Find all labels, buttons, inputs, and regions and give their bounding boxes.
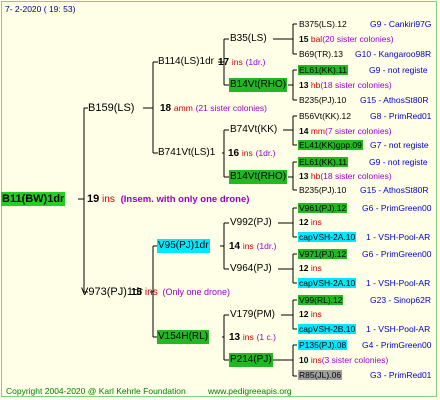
gen4-row-15: V971(PJ).12 G6 - PrimGreen00: [298, 249, 432, 259]
gen4-row-13: 12 ins: [299, 217, 322, 227]
gen3-bee-0: B35(LS): [230, 33, 267, 44]
gen4-row-6: B56Vt(KK).12 G8 - PrimRed01: [299, 111, 432, 121]
gen2-info-0: 17 ins (1dr.): [218, 57, 266, 68]
footer-website[interactable]: www.pedigreeapis.org: [208, 384, 292, 398]
gen4-row-8: EL41(KK)gpp.09 G7 - not registe: [298, 140, 429, 150]
gen2-info-3: 14 ins (1dr.): [229, 241, 277, 252]
gen3-bee-1: B14Vt(RHO): [229, 78, 288, 92]
gen4-row-19: 12 ins: [299, 309, 322, 319]
root-bee: B11(BW)1dr: [1, 192, 66, 206]
gen3-bee-6: V179(PM): [230, 309, 276, 320]
gen2-bee-0: B114(LS)1dr: [158, 56, 214, 67]
gen4-row-12: V961(PJ).12 G6 - PrimGreen00: [298, 203, 432, 213]
gen1-info-1: 15 ins (Only one drone): [131, 287, 231, 298]
gen2-info-4: 13 ins (1 c.): [229, 332, 276, 343]
gen4-row-9: EL61(KK).11 G9 - not registe: [298, 157, 428, 167]
gen4-row-16: 12 ins: [299, 263, 322, 273]
gen1-bee-0: B159(LS): [88, 102, 135, 114]
gen3-bee-5: V964(PJ): [230, 263, 272, 274]
footer-copyright: Copyright 2004-2020 @ Karl Kehrle Founda…: [6, 386, 186, 396]
gen2-bee-4: V154H(RL): [157, 330, 210, 344]
gen4-row-21: P135(PJ).08 G4 - PrimGreen00: [298, 340, 432, 350]
gen4-row-7: 14 mm(7 sister colonies): [299, 126, 392, 136]
gen4-row-20: capVSH-2B.10 1 - VSH-Pool-AR: [298, 324, 431, 334]
gen4-row-10: 13 hb(18 sister colonies): [299, 171, 392, 181]
gen4-row-5: B235(PJ).10 G15 - AthosSt80R: [299, 95, 429, 105]
gen4-row-22: 10 ins(3 sister colonies): [299, 355, 389, 365]
gen3-bee-3: B14Vt(RHO): [229, 170, 288, 184]
gen2-info-1: 18 amm (21 sister colonies): [160, 103, 267, 114]
gen4-row-17: capVSH-2A.10 1 - VSH-Pool-AR: [298, 278, 431, 288]
gen4-row-2: B69(TR).13 G10 - Kangaroo98R: [299, 49, 432, 59]
gen3-bee-2: B74Vt(KK): [230, 124, 278, 135]
gen2-info-2: 16 ins (1dr.): [228, 148, 276, 159]
root-info: 19 ins (Insem. with only one drone): [87, 193, 250, 205]
gen4-row-4: 13 hb(18 sister colonies): [299, 80, 392, 90]
gen3-bee-7: P214(PJ): [229, 353, 273, 367]
gen4-row-0: B375(LS).12 G9 - Cankiri97G: [299, 19, 432, 29]
gen4-row-14: capVSH-2A.10 1 - VSH-Pool-AR: [298, 232, 431, 242]
gen2-bee-2: B741Vt(LS)1: [158, 147, 216, 158]
gen2-bee-3: V95(PJ)1dr: [157, 239, 210, 253]
header-date: 7- 2-2020 ( 19: 53): [5, 4, 76, 14]
gen4-row-1: 15 bal(20 sister colonies): [299, 34, 394, 44]
gen4-row-23: R85(JL).06 G3 - PrimRed01: [298, 370, 432, 380]
gen4-row-18: V99(RL).12 G23 - Sinop62R: [298, 295, 431, 305]
gen3-bee-4: V992(PJ): [230, 217, 272, 228]
gen4-row-3: EL61(KK).11 G9 - not registe: [298, 65, 428, 75]
gen4-row-11: B235(PJ).10 G15 - AthosSt80R: [299, 185, 429, 195]
